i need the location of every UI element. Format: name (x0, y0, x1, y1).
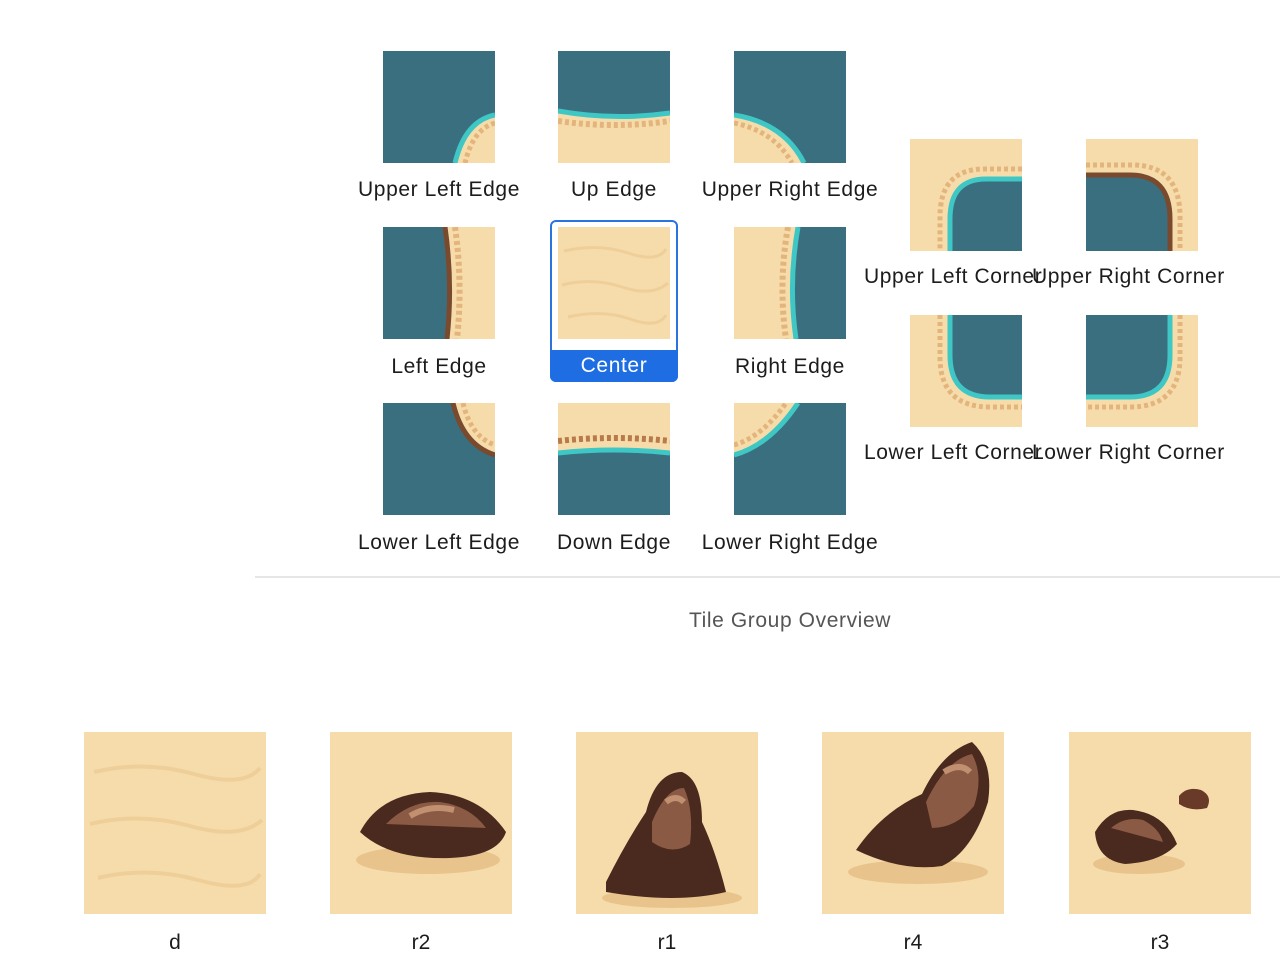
down-edge-tile[interactable] (558, 403, 670, 515)
up-edge-label: Up Edge (571, 178, 657, 201)
upper-left-edge-label: Upper Left Edge (358, 178, 520, 201)
variant-d-tile[interactable] (84, 732, 266, 914)
variant-r1-label: r1 (657, 931, 677, 954)
left-edge-tile[interactable] (383, 227, 495, 339)
down-edge-label: Down Edge (557, 531, 671, 554)
lower-left-edge-tile[interactable] (383, 403, 495, 515)
lower-right-corner-label: Lower Right Corner (1032, 441, 1225, 464)
upper-right-corner-label: Upper Right Corner (1032, 265, 1225, 288)
right-edge-tile[interactable] (734, 227, 846, 339)
left-edge-label: Left Edge (391, 355, 487, 378)
center-label[interactable]: Center (550, 350, 678, 382)
variant-r4-label: r4 (903, 931, 923, 954)
section-divider (255, 576, 1280, 578)
variant-r3-tile[interactable] (1069, 732, 1251, 914)
variant-d-label: d (169, 931, 181, 954)
upper-left-edge-tile[interactable] (383, 51, 495, 163)
upper-left-corner-tile[interactable] (910, 139, 1022, 251)
lower-right-corner-tile[interactable] (1086, 315, 1198, 427)
variant-r2-label: r2 (411, 931, 431, 954)
upper-right-corner-tile[interactable] (1086, 139, 1198, 251)
lower-right-edge-label: Lower Right Edge (701, 531, 879, 554)
upper-right-edge-tile[interactable] (734, 51, 846, 163)
lower-left-corner-tile[interactable] (910, 315, 1022, 427)
variant-r1-tile[interactable] (576, 732, 758, 914)
variant-r2-tile[interactable] (330, 732, 512, 914)
variant-r4-tile[interactable] (822, 732, 1004, 914)
right-edge-label: Right Edge (735, 355, 845, 378)
upper-right-edge-label: Upper Right Edge (701, 178, 879, 201)
variant-r3-label: r3 (1150, 931, 1170, 954)
overview-title: Tile Group Overview (688, 609, 891, 632)
lower-left-edge-label: Lower Left Edge (358, 531, 520, 554)
up-edge-tile[interactable] (558, 51, 670, 163)
center-tile[interactable] (558, 227, 670, 339)
lower-right-edge-tile[interactable] (734, 403, 846, 515)
